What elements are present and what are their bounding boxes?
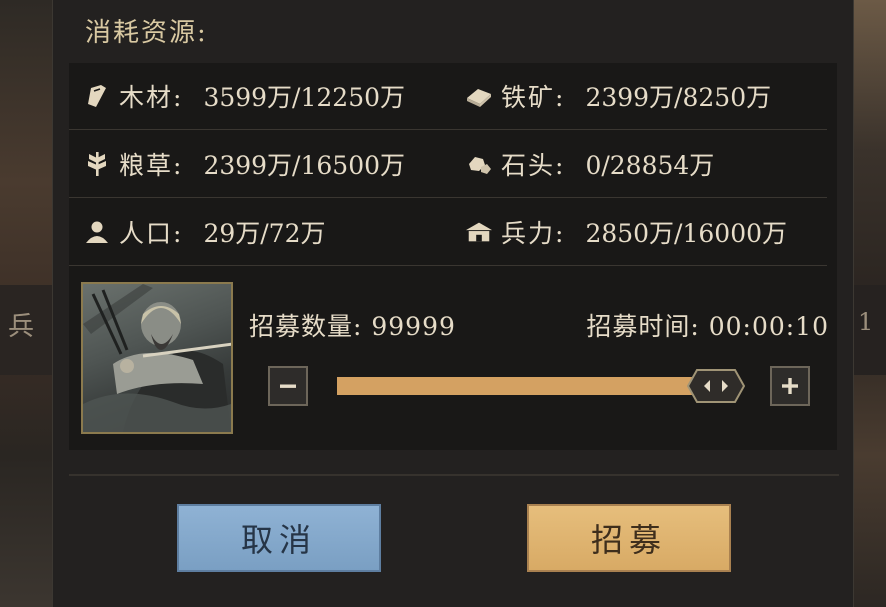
- stone-icon: [465, 150, 493, 178]
- resource-value: 2399万/8250万: [585, 83, 772, 112]
- resource-grain: 粮草: 2399万/16500万: [83, 131, 405, 197]
- resource-label: 兵力:: [501, 219, 566, 248]
- resource-label: 石头:: [501, 151, 566, 180]
- divider: [69, 474, 839, 476]
- recruit-slider-fill: [337, 377, 707, 395]
- plus-icon: [782, 378, 798, 394]
- resource-row: 人口: 29万/72万 兵力: 2850万/16000万: [69, 199, 827, 266]
- cost-title: 消耗资源:: [85, 18, 208, 48]
- minus-icon: [280, 384, 296, 388]
- iron-ore-icon: [465, 82, 493, 110]
- resource-value: 2850万/16000万: [585, 219, 788, 248]
- recruit-dialog: 消耗资源: 木材: 3599万/12250万 铁矿: 2399万/8250万 粮…: [52, 0, 854, 607]
- resource-value: 3599万/12250万: [203, 83, 406, 112]
- resource-label: 人口:: [119, 219, 184, 248]
- recruit-slider-track[interactable]: [337, 377, 707, 395]
- background-right-scene: 1: [852, 0, 886, 607]
- soldier-portrait: [81, 282, 233, 434]
- resource-label: 粮草:: [119, 151, 184, 180]
- increase-button[interactable]: [770, 366, 810, 406]
- grain-icon: [83, 150, 111, 178]
- recruit-button[interactable]: 招募: [527, 504, 731, 572]
- resource-value: 2399万/16500万: [203, 151, 406, 180]
- resource-value: 0/28854万: [585, 151, 715, 180]
- barracks-icon: [465, 218, 493, 246]
- resource-value: 29万/72万: [203, 219, 326, 248]
- resource-label: 铁矿:: [501, 83, 566, 112]
- wood-icon: [83, 82, 111, 110]
- recruit-time: 招募时间: 00:00:10: [586, 312, 829, 341]
- resource-wood: 木材: 3599万/12250万: [83, 63, 405, 129]
- resource-row: 粮草: 2399万/16500万 石头: 0/28854万: [69, 131, 827, 198]
- recruit-slider-handle[interactable]: [686, 369, 746, 403]
- resource-row: 木材: 3599万/12250万 铁矿: 2399万/8250万: [69, 63, 827, 130]
- resource-stone: 石头: 0/28854万: [465, 131, 714, 197]
- decrease-button[interactable]: [268, 366, 308, 406]
- resource-iron-ore: 铁矿: 2399万/8250万: [465, 63, 771, 129]
- population-icon: [83, 218, 111, 246]
- resource-population: 人口: 29万/72万: [83, 199, 325, 265]
- recruit-count: 招募数量: 99999: [249, 312, 456, 341]
- background-left-scene: 兵: [0, 0, 52, 607]
- resource-label: 木材:: [119, 83, 184, 112]
- background-right-label: 1: [858, 308, 874, 336]
- cancel-button[interactable]: 取消: [177, 504, 381, 572]
- recruit-info: 招募数量: 99999 招募时间: 00:00:10: [249, 307, 829, 343]
- resource-troops: 兵力: 2850万/16000万: [465, 199, 787, 265]
- background-left-label: 兵: [8, 312, 35, 342]
- resource-panel: 木材: 3599万/12250万 铁矿: 2399万/8250万 粮草: 239…: [69, 63, 837, 450]
